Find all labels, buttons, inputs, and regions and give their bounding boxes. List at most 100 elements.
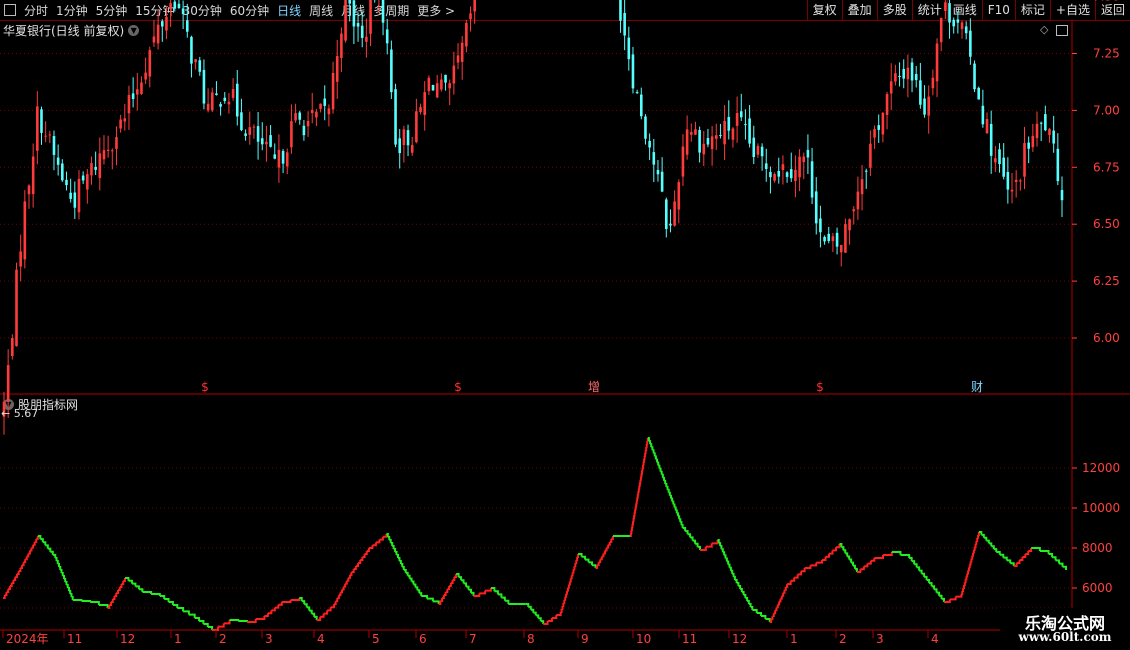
indicator-step (609, 538, 613, 543)
x-axis-label: 8 (527, 632, 535, 646)
indicator-step (311, 612, 316, 617)
x-axis-label: 12 (120, 632, 135, 646)
toolbar-button-7[interactable]: +自选 (1049, 0, 1095, 20)
indicator-step (561, 605, 564, 610)
indicator-step (337, 595, 340, 600)
candle-body (927, 96, 931, 116)
candle-body (1039, 122, 1043, 124)
indicator-step (375, 539, 381, 544)
indicator-step (944, 599, 951, 603)
indicator-step (562, 602, 565, 607)
toolbar-button-5[interactable]: F10 (981, 0, 1015, 20)
candle-body (61, 163, 64, 181)
diamond-icon[interactable]: ◇ (1040, 23, 1048, 36)
period-tab-1[interactable]: 1分钟 (52, 2, 92, 19)
candle-body (652, 152, 656, 165)
toolbar-button-8[interactable]: 返回 (1094, 0, 1130, 20)
candle-body (135, 89, 139, 95)
candle-body (160, 21, 164, 27)
period-tab-9[interactable]: 多周期 (369, 2, 413, 19)
indicator-step (560, 608, 563, 613)
x-axis-label: 4 (317, 632, 325, 646)
candle-body (148, 50, 152, 77)
indicator-step (650, 443, 653, 448)
indicator-step (353, 566, 357, 570)
period-tab-7[interactable]: 周线 (305, 2, 337, 19)
indicator-step (217, 623, 225, 628)
indicator-step (733, 575, 736, 580)
indicator-step (738, 585, 742, 589)
indicator-step (636, 494, 639, 499)
candle-body (94, 166, 97, 170)
period-tab-10[interactable]: 更多 > (413, 2, 459, 19)
x-axis-label: 5 (372, 632, 380, 646)
x-axis-label: 1 (790, 632, 798, 646)
toolbar-button-2[interactable]: 多股 (876, 0, 912, 20)
indicator-step (67, 587, 70, 591)
indicator-step (348, 574, 351, 579)
candle-body (719, 135, 722, 137)
candle-body (394, 89, 397, 145)
indicator-step (68, 590, 72, 594)
indicator-step (114, 593, 118, 597)
candle-body (185, 20, 189, 32)
indicator-step (971, 555, 974, 560)
indicator-step (1028, 548, 1033, 552)
indicator-step (471, 591, 475, 596)
chevron-down-icon[interactable]: ▼ (3, 399, 14, 410)
toolbar-button-1[interactable]: 叠加 (841, 0, 877, 20)
indicator-step (566, 587, 569, 592)
y-tick-label: 6.25 (1093, 274, 1120, 288)
indicator-step (965, 576, 968, 581)
indicator-step (647, 437, 650, 442)
period-tab-5[interactable]: 60分钟 (226, 2, 273, 19)
indicator-step (675, 509, 678, 514)
indicator-step (638, 485, 641, 490)
candle-body (685, 129, 689, 155)
candle-body (215, 93, 218, 95)
indicator-step (360, 557, 364, 561)
indicator-step (652, 449, 655, 454)
toolbar-button-3[interactable]: 统计 (911, 0, 947, 20)
window-icon[interactable] (4, 4, 16, 16)
period-tab-0[interactable]: 分时 (20, 2, 52, 19)
indicator-step (72, 599, 83, 601)
indicator-step (387, 536, 391, 540)
candle-body (635, 92, 639, 94)
period-tab-6[interactable]: 日线 (273, 2, 305, 19)
period-tab-2[interactable]: 5分钟 (92, 2, 132, 19)
indicator-step (750, 606, 754, 610)
toolbar-button-0[interactable]: 复权 (806, 0, 842, 20)
indicator-step (497, 593, 503, 598)
restore-icon[interactable] (1056, 22, 1068, 36)
indicator-step (47, 547, 52, 552)
indicator-step (673, 503, 676, 508)
candle-body (306, 120, 310, 127)
indicator-step (891, 551, 902, 555)
chevron-down-icon[interactable]: ▼ (128, 25, 140, 36)
candle-body (860, 179, 864, 195)
indicator-step (349, 572, 353, 576)
indicator-step (379, 536, 384, 541)
toolbar-button-6[interactable]: 标记 (1014, 0, 1050, 20)
indicator-step (66, 584, 69, 588)
indicator-step (36, 536, 39, 540)
indicator-step (98, 604, 109, 608)
candle-body (223, 97, 227, 102)
candle-body (785, 172, 789, 177)
indicator-step (829, 550, 834, 555)
indicator-step (981, 533, 985, 538)
indicator-step (717, 539, 720, 544)
period-tab-3[interactable]: 15分钟 (131, 2, 178, 19)
candle-body (260, 138, 264, 145)
period-tab-4[interactable]: 30分钟 (179, 2, 226, 19)
event-marker: $ (816, 380, 824, 394)
indicator-step (635, 503, 638, 508)
toolbar-button-4[interactable]: 画线 (946, 0, 982, 20)
x-axis-label: 6 (419, 632, 427, 646)
candle-body (823, 236, 826, 242)
indicator-step (667, 488, 670, 493)
period-tab-8[interactable]: 月线 (337, 2, 369, 19)
indicator-step (677, 515, 681, 520)
indicator-step (632, 518, 635, 523)
